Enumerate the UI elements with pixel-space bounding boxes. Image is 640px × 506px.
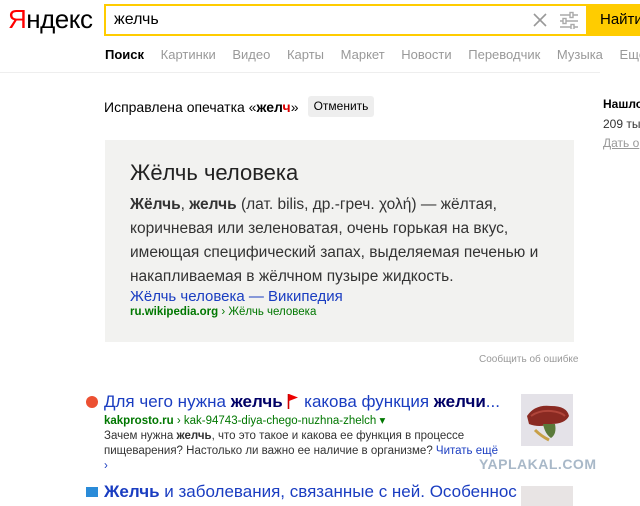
report-error-link[interactable]: Сообщить об ошибке	[479, 354, 578, 365]
result-1-title[interactable]: Для чего нужна желчь какова функция желч…	[104, 392, 500, 412]
tab-search[interactable]: Поиск	[105, 47, 144, 62]
settings-sliders-icon[interactable]	[558, 11, 580, 29]
result-2-thumbnail[interactable]	[521, 486, 573, 506]
result-1-thumbnail[interactable]	[521, 394, 573, 446]
result-1-snippet: Зачем нужна желчь, что это такое и каков…	[104, 429, 504, 474]
corrected-word-main: жел	[256, 99, 283, 115]
wikipedia-link[interactable]: Жёлчь человека — Википедия	[130, 288, 343, 305]
result-1-url[interactable]: kakprosto.ru › kak-94743-diya-chego-nuzh…	[104, 413, 385, 427]
results-count: 209 ты	[603, 117, 640, 131]
clear-icon[interactable]	[530, 10, 550, 30]
snippet-part: Зачем нужна	[104, 430, 177, 442]
title-keyword: Желчь	[104, 482, 160, 501]
tab-more[interactable]: Ещё	[620, 47, 640, 62]
logo-rest: ндекс	[26, 4, 93, 34]
title-part: какова функция	[299, 392, 434, 411]
search-input[interactable]	[114, 6, 514, 34]
fact-card-definition: Жёлчь, желчь (лат. bilis, др.-греч. χολή…	[130, 193, 560, 289]
tab-market[interactable]: Маркет	[341, 47, 385, 62]
favicon-result-2-icon	[86, 487, 98, 497]
wiki-path: › Жёлчь человека	[218, 306, 317, 318]
correction-suffix: »	[290, 99, 299, 115]
tab-music[interactable]: Музыка	[557, 47, 603, 62]
term-bold-2: желчь	[189, 196, 237, 213]
logo-first-letter: Я	[8, 4, 27, 34]
title-part: и заболевания, связанные с ней. Особенно…	[159, 482, 517, 501]
sidebar-link[interactable]: Дать о	[603, 136, 639, 150]
title-part: Для чего нужна	[104, 392, 231, 411]
result-1-path: › kak-94743-diya-chego-nuzhna-zhelch ▾	[173, 415, 386, 427]
corrected-word: желч	[256, 99, 290, 115]
wikipedia-url[interactable]: ru.wikipedia.org › Жёлчь человека	[130, 306, 316, 318]
liver-illustration-icon	[521, 394, 573, 446]
yandex-logo[interactable]: Яндекс	[8, 4, 93, 35]
tab-video[interactable]: Видео	[232, 47, 270, 62]
result-1-domain: kakprosto.ru	[104, 415, 174, 427]
find-button[interactable]: Найти	[586, 4, 640, 36]
header-divider	[0, 72, 600, 73]
flag-icon	[288, 394, 299, 409]
wiki-domain: ru.wikipedia.org	[130, 306, 219, 318]
typo-correction: Исправлена опечатка «желч»	[104, 99, 298, 115]
fact-card-title: Жёлчь человека	[130, 160, 299, 185]
watermark: YAPLAKAL.COM	[479, 456, 597, 472]
search-box[interactable]	[104, 4, 586, 36]
title-keyword: желчи	[433, 392, 486, 411]
tab-images[interactable]: Картинки	[161, 47, 216, 62]
correction-prefix: Исправлена опечатка «	[104, 99, 257, 115]
title-ellipsis: ...	[485, 392, 500, 411]
tab-translator[interactable]: Переводчик	[468, 47, 540, 62]
result-2-title[interactable]: Желчь и заболевания, связанные с ней. Ос…	[104, 482, 517, 502]
corrected-letter: ч	[282, 99, 291, 115]
tab-news[interactable]: Новости	[401, 47, 451, 62]
tab-maps[interactable]: Карты	[287, 47, 324, 62]
favicon-kakprosto-icon	[86, 396, 98, 408]
results-found-title: Нашло	[603, 97, 640, 111]
cancel-correction-button[interactable]: Отменить	[308, 96, 374, 117]
term-separator: ,	[180, 196, 190, 213]
search-tabs: Поиск Картинки Видео Карты Маркет Новост…	[105, 47, 640, 62]
snippet-keyword: желчь	[176, 430, 212, 442]
title-keyword: желчь	[230, 392, 283, 411]
term-bold-1: Жёлчь	[130, 196, 181, 213]
